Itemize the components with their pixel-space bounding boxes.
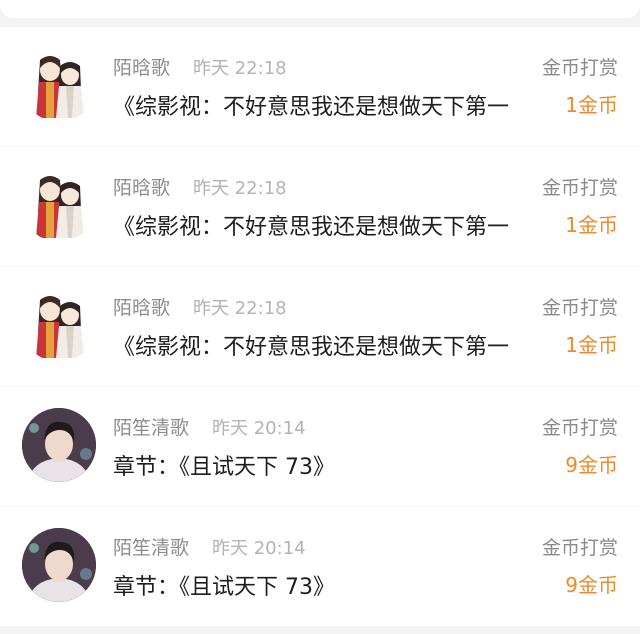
chibi-couple-avatar-icon[interactable] (22, 288, 96, 362)
reward-target: 章节：《且试天下 73》 (113, 575, 335, 600)
reward-target: 《综影视：不好意思我还是想做天下第一 (113, 215, 510, 240)
reward-item[interactable]: 陌晗歌 昨天 22:18 《综影视：不好意思我还是想做天下第一 金币打赏 1金币 (0, 267, 640, 386)
reward-item[interactable]: 陌晗歌 昨天 22:18 《综影视：不好意思我还是想做天下第一 金币打赏 1金币 (0, 147, 640, 266)
reward-type: 金币打赏 (541, 57, 618, 79)
sender-name: 陌笙清歌 (113, 417, 190, 439)
chibi-couple-avatar-icon[interactable] (22, 168, 96, 242)
previous-card-edge (0, 0, 640, 18)
reward-type: 金币打赏 (541, 177, 618, 199)
reward-type: 金币打赏 (541, 297, 618, 319)
timestamp: 昨天 22:18 (193, 58, 287, 79)
sender-name: 陌晗歌 (113, 177, 171, 199)
reward-target: 《综影视：不好意思我还是想做天下第一 (113, 335, 510, 360)
timestamp: 昨天 22:18 (193, 178, 287, 199)
portrait-avatar-icon[interactable] (22, 528, 96, 602)
reward-target: 《综影视：不好意思我还是想做天下第一 (113, 95, 510, 120)
timestamp: 昨天 20:14 (212, 418, 306, 439)
reward-type: 金币打赏 (541, 537, 618, 559)
coin-amount: 1金币 (565, 93, 618, 117)
coin-amount: 9金币 (565, 453, 618, 477)
sender-name: 陌晗歌 (113, 297, 171, 319)
coin-amount: 1金币 (565, 213, 618, 237)
sender-name: 陌笙清歌 (113, 537, 190, 559)
sender-name: 陌晗歌 (113, 57, 171, 79)
reward-list: 陌晗歌 昨天 22:18 《综影视：不好意思我还是想做天下第一 金币打赏 1金币… (0, 27, 640, 627)
chibi-couple-avatar-icon[interactable] (22, 48, 96, 122)
coin-amount: 1金币 (565, 333, 618, 357)
reward-item[interactable]: 陌笙清歌 昨天 20:14 章节：《且试天下 73》 金币打赏 9金币 (0, 387, 640, 506)
reward-item[interactable]: 陌笙清歌 昨天 20:14 章节：《且试天下 73》 金币打赏 9金币 (0, 507, 640, 626)
reward-type: 金币打赏 (541, 417, 618, 439)
portrait-avatar-icon[interactable] (22, 408, 96, 482)
coin-amount: 9金币 (565, 573, 618, 597)
reward-target: 章节：《且试天下 73》 (113, 455, 335, 480)
timestamp: 昨天 22:18 (193, 298, 287, 319)
timestamp: 昨天 20:14 (212, 538, 306, 559)
reward-item[interactable]: 陌晗歌 昨天 22:18 《综影视：不好意思我还是想做天下第一 金币打赏 1金币 (0, 27, 640, 146)
